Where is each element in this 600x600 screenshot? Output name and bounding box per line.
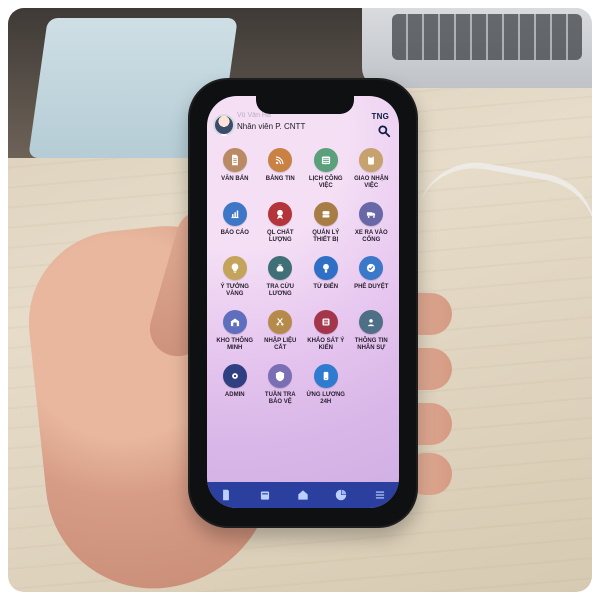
photo: Vũ Văn Hà Nhân viên P. CNTT TNG VĂN BẢN B… (8, 8, 592, 592)
rss-icon (268, 148, 293, 172)
keyboard (392, 14, 582, 60)
calendar-nav-icon[interactable] (257, 487, 273, 503)
bottom-nav (207, 482, 399, 508)
award-icon (268, 202, 293, 226)
app-tile[interactable]: XE RA VÀO CỔNG (352, 202, 392, 256)
app-tile[interactable]: TỪ ĐIỂN (306, 256, 346, 310)
app-tile-label: TUẦN TRA BẢO VỆ (264, 392, 296, 405)
app-tile-label: Ý TƯỞNG VÀNG (220, 284, 249, 297)
app-tile[interactable]: BẢNG TIN (261, 148, 301, 202)
calendar-grid-icon (313, 148, 338, 172)
app-tile-label: BÁO CÁO (220, 230, 249, 236)
money-bag-icon (268, 256, 293, 280)
app-tile-label: NHẬP LIỆU CẮT (264, 338, 297, 351)
app-tile[interactable]: NHẬP LIỆU CẮT (261, 310, 301, 364)
brand-logo: TNG (371, 112, 389, 121)
user-role: Nhân viên P. CNTT (237, 122, 306, 131)
app-tile-label: PHÊ DUYỆT (354, 284, 389, 290)
app-tile[interactable]: TRA CỨU LƯƠNG (261, 256, 301, 310)
pie-chart-nav-icon[interactable] (333, 487, 349, 503)
user-info-icon (359, 310, 384, 334)
approve-icon (359, 256, 384, 280)
phone-notch (256, 96, 354, 114)
app-tile[interactable]: LỊCH CÔNG VIỆC (306, 148, 346, 202)
phone-screen: Vũ Văn Hà Nhân viên P. CNTT TNG VĂN BẢN B… (207, 96, 399, 508)
app-tile[interactable]: QL CHẤT LƯỢNG (261, 202, 301, 256)
clipboard-icon (359, 148, 384, 172)
shield-icon (268, 364, 293, 388)
app-tile-label: ỨNG LƯƠNG 24H (306, 392, 345, 405)
app-tile[interactable]: ỨNG LƯƠNG 24H (306, 364, 346, 418)
lightbulb-icon (222, 256, 247, 280)
home-nav-icon[interactable] (295, 487, 311, 503)
app-tile[interactable]: KHẢO SÁT Ý KIẾN (306, 310, 346, 364)
app-grid: VĂN BẢN BẢNG TIN LỊCH CÔNG VIỆC GIAO NHẬN V… (215, 148, 391, 418)
app-tile-label: QL CHẤT LƯỢNG (266, 230, 294, 243)
sewing-machine-icon (313, 202, 338, 226)
admin-gear-icon (222, 364, 247, 388)
menu-nav-icon[interactable] (372, 487, 388, 503)
documents-nav-icon[interactable] (218, 487, 234, 503)
app-tile[interactable]: THÔNG TIN NHÂN SỰ (352, 310, 392, 364)
app-tile-label: THÔNG TIN NHÂN SỰ (354, 338, 388, 351)
app-tile-label: ADMIN (224, 392, 245, 398)
app-tile-label: LỊCH CÔNG VIỆC (308, 176, 343, 189)
app-tile-label: BẢNG TIN (265, 176, 295, 182)
app-tile-label: GIAO NHẬN VIỆC (354, 176, 389, 189)
avatar[interactable] (213, 114, 235, 136)
document-icon (222, 148, 247, 172)
app-tile-label: TỪ ĐIỂN (313, 284, 339, 290)
app-tile[interactable]: ADMIN (215, 364, 255, 418)
app-tile[interactable]: TUẦN TRA BẢO VỆ (261, 364, 301, 418)
scissors-icon (268, 310, 293, 334)
app-tile[interactable]: VĂN BẢN (215, 148, 255, 202)
mobile-pay-icon (313, 364, 338, 388)
app-tile[interactable]: PHÊ DUYỆT (352, 256, 392, 310)
app-tile[interactable]: Ý TƯỞNG VÀNG (215, 256, 255, 310)
laptop (362, 8, 592, 88)
app-tile[interactable]: QUẢN LÝ THIẾT BỊ (306, 202, 346, 256)
bar-chart-icon (222, 202, 247, 226)
app-tile-label: KHẢO SÁT Ý KIẾN (307, 338, 345, 351)
truck-icon (359, 202, 384, 226)
app-tile-label: QUẢN LÝ THIẾT BỊ (312, 230, 340, 243)
dictionary-icon (313, 256, 338, 280)
app-tile-label: TRA CỨU LƯƠNG (266, 284, 294, 297)
app-tile-label: KHO THÔNG MINH (216, 338, 254, 351)
search-icon[interactable] (377, 124, 391, 138)
app-tile-label: XE RA VÀO CỔNG (354, 230, 388, 243)
app-tile[interactable]: BÁO CÁO (215, 202, 255, 256)
app-tile-label: VĂN BẢN (221, 176, 249, 182)
app-tile[interactable]: KHO THÔNG MINH (215, 310, 255, 364)
app-tile[interactable]: GIAO NHẬN VIỆC (352, 148, 392, 202)
warehouse-icon (222, 310, 247, 334)
survey-icon (313, 310, 338, 334)
